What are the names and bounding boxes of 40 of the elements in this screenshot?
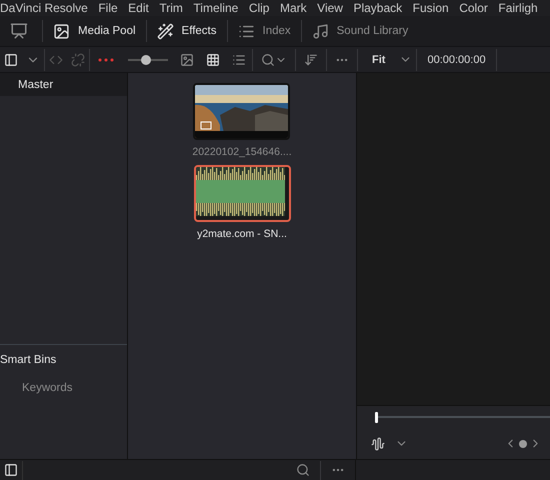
menu-item[interactable]: Mark (280, 0, 307, 16)
clip-name: y2mate.com - SN... (197, 228, 287, 240)
clip-name: 20220102_154646.... (192, 146, 292, 158)
menu-item[interactable]: Fusion (412, 0, 449, 16)
menu-item[interactable]: Playback (353, 0, 402, 16)
menu-item[interactable]: File (98, 0, 118, 16)
toolbar-tab[interactable]: Media Pool (43, 16, 146, 46)
menu-item[interactable]: DaVinci Resolve (0, 0, 88, 16)
grid-icon[interactable] (206, 52, 220, 66)
sidebar-toggle-icon[interactable] (4, 52, 18, 66)
image-icon (53, 22, 70, 40)
menu-item[interactable]: Trim (159, 0, 183, 16)
section-title: Smart Bins (0, 353, 58, 368)
presentation-icon[interactable] (10, 22, 28, 40)
menu-item[interactable]: Edit (128, 0, 149, 16)
playhead[interactable] (375, 412, 378, 422)
smart-bin-item[interactable]: Keywords (0, 375, 127, 401)
sidebar-toggle-icon[interactable] (4, 463, 18, 477)
sort-icon[interactable] (304, 52, 318, 66)
bin-item[interactable]: Master (0, 73, 127, 96)
clip-thumbnail[interactable] (194, 165, 290, 222)
menu-item[interactable]: Clip (248, 0, 270, 16)
magic-wand-icon (156, 22, 174, 40)
toolbar-tab[interactable]: Index (228, 16, 301, 46)
toolbar-tab[interactable]: Effects (146, 16, 226, 46)
waveform-icon[interactable] (371, 436, 385, 450)
menu-item[interactable]: View (317, 0, 343, 16)
ellipsis-icon[interactable] (98, 58, 114, 62)
toolbar-tab[interactable]: Sound Library (302, 16, 418, 46)
search-icon[interactable] (261, 52, 275, 66)
menu-item[interactable]: Timeline (193, 0, 238, 16)
list-icon[interactable] (232, 52, 246, 66)
fit-dropdown[interactable]: Fit (358, 54, 396, 66)
search-icon[interactable] (296, 463, 310, 477)
timecode: 00:00:00:00 (426, 54, 487, 66)
music-list-icon (312, 22, 329, 40)
menu-item[interactable]: Fairligh (498, 0, 538, 16)
dot-icon[interactable] (519, 440, 527, 448)
image-icon[interactable] (180, 52, 194, 66)
menu-item[interactable]: Color (459, 0, 488, 16)
